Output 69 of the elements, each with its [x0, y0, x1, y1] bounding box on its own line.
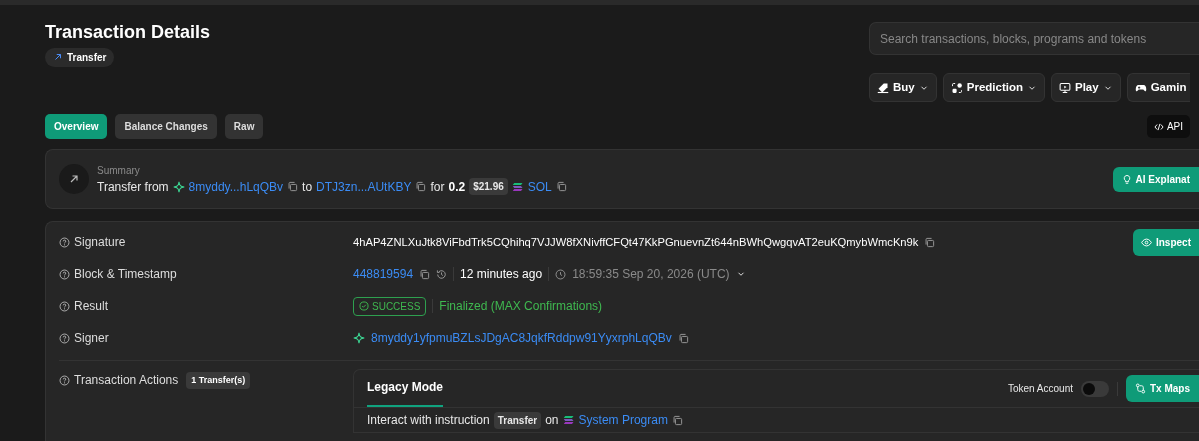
page-title: Transaction Details [45, 22, 211, 44]
clock-icon [555, 268, 567, 280]
inspect-button[interactable]: Inspect [1133, 228, 1199, 256]
copy-icon[interactable] [419, 268, 431, 280]
field-label: Signature [74, 234, 126, 252]
tab[interactable]: Legacy Mode [367, 370, 444, 408]
code-icon [1153, 121, 1164, 132]
copy-icon[interactable] [671, 414, 683, 426]
shapes-icon [950, 81, 963, 94]
help-icon [59, 374, 70, 386]
address-link[interactable]: DTJ3zn...AUtKBY [316, 177, 412, 196]
api-button[interactable]: API [1146, 115, 1190, 139]
summary-label: Summary [97, 163, 141, 178]
sparkle-icon [172, 180, 185, 193]
address-link[interactable]: 8myddy...hLqQBv [188, 177, 284, 196]
copy-icon[interactable] [555, 181, 567, 193]
type-badge: Transfer [45, 47, 115, 67]
copy-icon[interactable] [415, 181, 427, 193]
solana-icon [511, 180, 524, 193]
eye-icon [1141, 236, 1152, 248]
history-icon [436, 268, 448, 280]
timestamp: 18:59:35 Sep 20, 2026 (UTC) [572, 266, 730, 284]
copy-icon[interactable] [677, 332, 689, 344]
amount: 0.2 [448, 178, 466, 196]
instruction-text: Interact with instruction [367, 412, 490, 430]
time-ago: 12 minutes ago [460, 266, 543, 284]
instruction-text: on [545, 412, 559, 430]
help-icon [59, 236, 70, 248]
tab[interactable]: Overview [45, 114, 108, 140]
program-link[interactable]: System Program [578, 411, 668, 430]
tab[interactable]: Raw [224, 114, 264, 140]
sparkle-icon [353, 332, 365, 345]
status-badge: SUCCESS [353, 296, 427, 316]
tab[interactable]: Balance Changes [115, 114, 217, 140]
check-circle-icon [359, 301, 369, 312]
copy-icon[interactable] [924, 236, 936, 248]
menu-button[interactable]: Buy [869, 73, 937, 103]
summary-text: for [430, 178, 445, 196]
summary-text: Transfer from [97, 178, 169, 196]
price-badge: $21.96 [469, 178, 508, 196]
signature-value: 4hAP4ZNLXuJtk8ViFbdTrk5CQhihq7VJJW8fXNivffCFQt47KkPGnuevnZt644nBWhQwgqvAT2euKQmybWmcKn9k [353, 234, 919, 250]
monitor-icon [1058, 81, 1071, 94]
tag-icon [877, 81, 889, 94]
copy-icon[interactable] [287, 181, 299, 193]
instruction-badge: Transfer [493, 411, 542, 429]
help-icon [59, 300, 70, 312]
field-label: Transaction Actions [74, 372, 179, 390]
ai-explanation-button[interactable]: AI Explanat [1112, 166, 1199, 192]
confirmation-status: Finalized (MAX Confirmations) [439, 298, 603, 316]
menu-button[interactable]: Play [1050, 73, 1121, 103]
help-icon [59, 268, 70, 280]
search-field[interactable]: Search transactions, blocks, programs and tokens [869, 22, 1199, 55]
block-link[interactable]: 448819594 [353, 265, 414, 284]
toggle-label: Token Account [1007, 382, 1073, 397]
field-label: Result [74, 298, 108, 316]
summary-text: to [302, 178, 313, 196]
signer-link[interactable]: 8myddy1yfpmuBZLsJDgAC8JqkfRddpw91YyxrphLqQBv [371, 329, 672, 348]
tx-maps-button[interactable]: Tx Maps [1126, 375, 1199, 403]
menu-button[interactable]: Gamin [1126, 73, 1191, 103]
count-badge: 1 Transfer(s) [186, 371, 251, 389]
solana-icon [562, 414, 575, 427]
field-label: Block & Timestamp [74, 266, 177, 284]
route-icon [1135, 383, 1146, 395]
menu-button[interactable]: Prediction [942, 73, 1045, 103]
help-icon [59, 332, 70, 344]
lightbulb-icon [1121, 173, 1132, 185]
token-link[interactable]: SOL [527, 177, 552, 196]
field-label: Signer [74, 330, 109, 348]
toggle-switch[interactable] [1081, 380, 1109, 397]
